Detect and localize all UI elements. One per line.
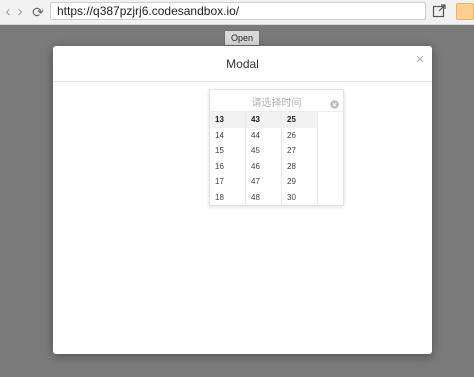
forward-icon[interactable]: › bbox=[12, 2, 28, 22]
second-option[interactable]: 25 bbox=[282, 112, 317, 128]
hour-option[interactable]: 15 bbox=[210, 143, 245, 159]
hour-option[interactable]: 16 bbox=[210, 159, 245, 175]
second-option[interactable]: 27 bbox=[282, 143, 317, 159]
modal-dialog: Modal ✕ 请选择时间 13 14 15 16 17 18 43 44 45… bbox=[53, 46, 432, 354]
second-column[interactable]: 25 26 27 28 29 30 bbox=[282, 112, 318, 206]
hour-option[interactable]: 14 bbox=[210, 128, 245, 144]
extension-icon[interactable] bbox=[456, 3, 474, 20]
modal-header: Modal ✕ bbox=[53, 46, 432, 82]
hour-option[interactable]: 13 bbox=[210, 112, 245, 128]
minute-option[interactable]: 44 bbox=[246, 128, 281, 144]
browser-toolbar: ‹ › ⟳ https://q387pzjrj6.codesandbox.io/ bbox=[0, 0, 474, 25]
minute-option[interactable]: 46 bbox=[246, 159, 281, 175]
clear-circle-icon[interactable] bbox=[330, 96, 339, 109]
reload-icon[interactable]: ⟳ bbox=[30, 2, 46, 22]
second-option[interactable]: 26 bbox=[282, 128, 317, 144]
minute-option[interactable]: 43 bbox=[246, 112, 281, 128]
second-option[interactable]: 29 bbox=[282, 174, 317, 190]
close-icon[interactable]: ✕ bbox=[414, 54, 426, 66]
modal-title: Modal bbox=[226, 57, 259, 71]
minute-option[interactable]: 47 bbox=[246, 174, 281, 190]
time-input[interactable]: 请选择时间 bbox=[210, 94, 343, 109]
time-picker-input-row: 请选择时间 bbox=[210, 90, 343, 112]
minute-column[interactable]: 43 44 45 46 47 48 bbox=[246, 112, 282, 206]
hour-option[interactable]: 17 bbox=[210, 174, 245, 190]
minute-option[interactable]: 45 bbox=[246, 143, 281, 159]
second-option[interactable]: 28 bbox=[282, 159, 317, 175]
open-button[interactable]: Open bbox=[224, 30, 260, 46]
open-new-window-icon[interactable] bbox=[432, 4, 446, 18]
address-bar[interactable]: https://q387pzjrj6.codesandbox.io/ bbox=[50, 2, 426, 20]
time-picker-panel: 请选择时间 13 14 15 16 17 18 43 44 45 46 47 4… bbox=[209, 89, 344, 206]
minute-option[interactable]: 48 bbox=[246, 190, 281, 206]
hour-option[interactable]: 18 bbox=[210, 190, 245, 206]
hour-column[interactable]: 13 14 15 16 17 18 bbox=[210, 112, 246, 206]
second-option[interactable]: 30 bbox=[282, 190, 317, 206]
